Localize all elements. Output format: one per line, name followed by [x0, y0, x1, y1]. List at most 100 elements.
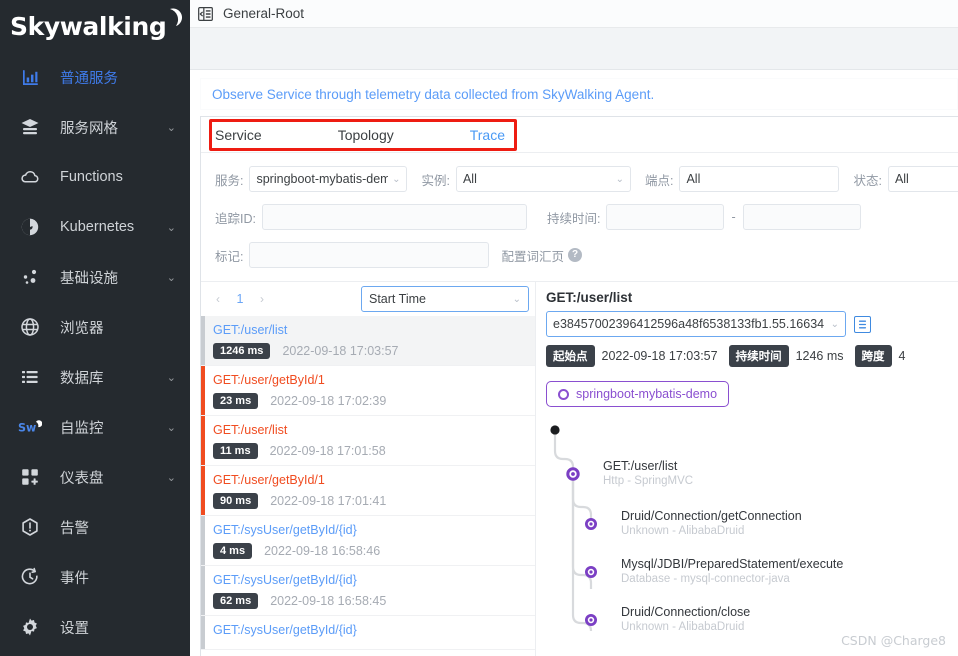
sidebar-item-kubernetes[interactable]: Kubernetes ⌄	[0, 202, 190, 252]
detail-id-row: e38457002396412596a48f6538133fb1.55.1663…	[546, 311, 958, 337]
status-select[interactable]: All	[887, 166, 958, 192]
gear-icon	[18, 616, 42, 638]
instance-select[interactable]: All ⌄	[455, 166, 631, 192]
span-item[interactable]: GET:/user/list Http - SpringMVC	[603, 459, 693, 487]
duration-from-input[interactable]	[606, 204, 725, 230]
pagination-prev[interactable]: ‹	[207, 292, 229, 306]
status-bar	[201, 466, 205, 515]
trace-name: GET:/sysUser/getById/{id}	[213, 623, 357, 637]
span-item[interactable]: Mysql/JDBI/PreparedStatement/execute Dat…	[621, 557, 843, 585]
trace-panel: Service Topology Trace 服务: springboot-my…	[200, 116, 958, 656]
service-select[interactable]: springboot-mybatis-demo ⌄	[249, 166, 408, 192]
sidebar-item-alarm[interactable]: 告警	[0, 502, 190, 552]
sw-logo-icon: Sw	[18, 416, 42, 438]
trace-name: GET:/sysUser/getById/{id}	[213, 523, 357, 537]
tab-topology[interactable]: Topology	[338, 127, 394, 143]
trace-meta: 62 ms 2022-09-18 16:58:45	[213, 593, 527, 609]
sidebar-item-dashboard[interactable]: 仪表盘 ⌄	[0, 452, 190, 502]
layers-icon	[18, 116, 42, 138]
nodes-icon	[18, 266, 42, 288]
sidebar-item-service-mesh[interactable]: 服务网格 ⌄	[0, 102, 190, 152]
globe-icon	[18, 316, 42, 338]
trace-list-item[interactable]: GET:/sysUser/getById/{id} 4 ms 2022-09-1…	[201, 516, 535, 566]
start-time-value: 2022-09-18 17:03:57	[601, 349, 718, 363]
start-time-badge: 起始点	[546, 345, 595, 367]
tab-trace[interactable]: Trace	[470, 127, 505, 143]
sidebar-item-general-service[interactable]: 普通服务	[0, 52, 190, 102]
database-list-icon	[18, 366, 42, 388]
detail-stats: 起始点 2022-09-18 17:03:57 持续时间 1246 ms 跨度 …	[546, 345, 958, 367]
trace-meta: 4 ms 2022-09-18 16:58:46	[213, 543, 527, 559]
brand-logo[interactable]: Skywalking	[0, 0, 190, 52]
trace-id-input[interactable]	[261, 204, 527, 230]
service-chip-label: springboot-mybatis-demo	[576, 387, 718, 401]
sort-select[interactable]: Start Time ⌄	[361, 286, 529, 312]
chevron-down-icon: ⌄	[166, 371, 176, 384]
status-bar	[201, 566, 205, 615]
tab-service[interactable]: Service	[215, 127, 262, 143]
sidebar-item-event[interactable]: 事件	[0, 552, 190, 602]
status-bar	[201, 416, 205, 465]
duration-badge: 11 ms	[213, 443, 258, 459]
trace-list-item[interactable]: GET:/user/getById/1 23 ms 2022-09-18 17:…	[201, 366, 535, 416]
sidebar-item-functions[interactable]: Functions	[0, 152, 190, 202]
endpoint-select[interactable]: All	[679, 166, 840, 192]
chevron-down-icon: ⌄	[512, 293, 521, 305]
question-mark-icon[interactable]: ?	[568, 248, 582, 262]
trace-id-value: e38457002396412596a48f6538133fb1.55.1663…	[553, 317, 825, 331]
trace-list[interactable]: GET:/user/list 1246 ms 2022-09-18 17:03:…	[201, 316, 535, 656]
filter-row-2: 追踪ID: 持续时间: -	[215, 201, 958, 233]
trace-list-item[interactable]: GET:/user/getById/1 90 ms 2022-09-18 17:…	[201, 466, 535, 516]
trace-time: 2022-09-18 16:58:45	[270, 594, 387, 608]
config-vocabulary-link[interactable]: 配置词汇页 ?	[501, 246, 582, 265]
trace-name: GET:/user/getById/1	[213, 473, 325, 487]
trace-list-item[interactable]: GET:/sysUser/getById/{id} 62 ms 2022-09-…	[201, 566, 535, 616]
sidebar-item-database[interactable]: 数据库 ⌄	[0, 352, 190, 402]
crescent-moon-icon	[164, 7, 186, 34]
trace-list-item[interactable]: GET:/user/list 11 ms 2022-09-18 17:01:58	[201, 416, 535, 466]
span-name: Druid/Connection/close	[621, 605, 751, 619]
sidebar-item-self-observability[interactable]: Sw 自监控 ⌄	[0, 402, 190, 452]
status-label: 状态:	[853, 173, 882, 188]
detail-title: GET:/user/list	[546, 290, 633, 305]
trace-time: 2022-09-18 17:01:58	[269, 444, 386, 458]
sidebar-item-infrastructure[interactable]: 基础设施 ⌄	[0, 252, 190, 302]
sidebar-item-label: 告警	[60, 520, 89, 537]
sidebar-item-label: 数据库	[60, 370, 104, 387]
chevron-down-icon: ⌄	[615, 173, 624, 185]
page-title: General-Root	[223, 6, 305, 21]
service-chip[interactable]: springboot-mybatis-demo	[546, 381, 730, 407]
trace-meta: 23 ms 2022-09-18 17:02:39	[213, 393, 527, 409]
trace-id-select[interactable]: e38457002396412596a48f6538133fb1.55.1663…	[546, 311, 846, 337]
trace-list-item[interactable]: GET:/user/list 1246 ms 2022-09-18 17:03:…	[201, 316, 535, 366]
trace-detail-panel: GET:/user/list e38457002396412596a48f653…	[536, 282, 958, 656]
trace-list-item[interactable]: GET:/sysUser/getById/{id}	[201, 616, 535, 650]
chevron-down-icon: ⌄	[830, 318, 839, 330]
span-item[interactable]: Druid/Connection/close Unknown - Alibaba…	[621, 605, 750, 633]
chevron-down-icon: ⌄	[392, 173, 401, 185]
collapse-menu-icon[interactable]	[198, 6, 213, 21]
span-name: Druid/Connection/getConnection	[621, 509, 802, 523]
status-bar	[201, 316, 205, 365]
sidebar-item-label: 普通服务	[60, 70, 118, 87]
sidebar-item-settings[interactable]: 设置	[0, 602, 190, 652]
trace-time: 2022-09-18 17:01:41	[270, 494, 387, 508]
chevron-down-icon: ⌄	[166, 421, 176, 434]
span-subtitle: Unknown - AlibabaDruid	[621, 621, 745, 633]
copy-icon[interactable]	[854, 315, 871, 333]
trace-meta: 11 ms 2022-09-18 17:01:58	[213, 443, 527, 459]
pagination-page-1[interactable]: 1	[229, 292, 251, 306]
sidebar-item-label: Kubernetes	[60, 219, 135, 235]
cloud-icon	[18, 166, 42, 188]
duration-to-input[interactable]	[742, 204, 861, 230]
tags-input[interactable]	[249, 242, 490, 268]
span-item[interactable]: Druid/Connection/getConnection Unknown -…	[621, 509, 802, 537]
trace-name: GET:/sysUser/getById/{id}	[213, 573, 357, 587]
app-root: Skywalking 普通服务 服务网格 ⌄ Functions Kuberne…	[0, 0, 958, 656]
span-tree: GET:/user/list Http - SpringMVC Druid/Co…	[546, 421, 958, 633]
sidebar-item-label: 事件	[60, 570, 89, 587]
sidebar-item-browser[interactable]: 浏览器	[0, 302, 190, 352]
duration-separator: -	[731, 210, 736, 224]
pagination-next[interactable]: ›	[251, 292, 273, 306]
trace-time: 2022-09-18 17:02:39	[270, 394, 387, 408]
